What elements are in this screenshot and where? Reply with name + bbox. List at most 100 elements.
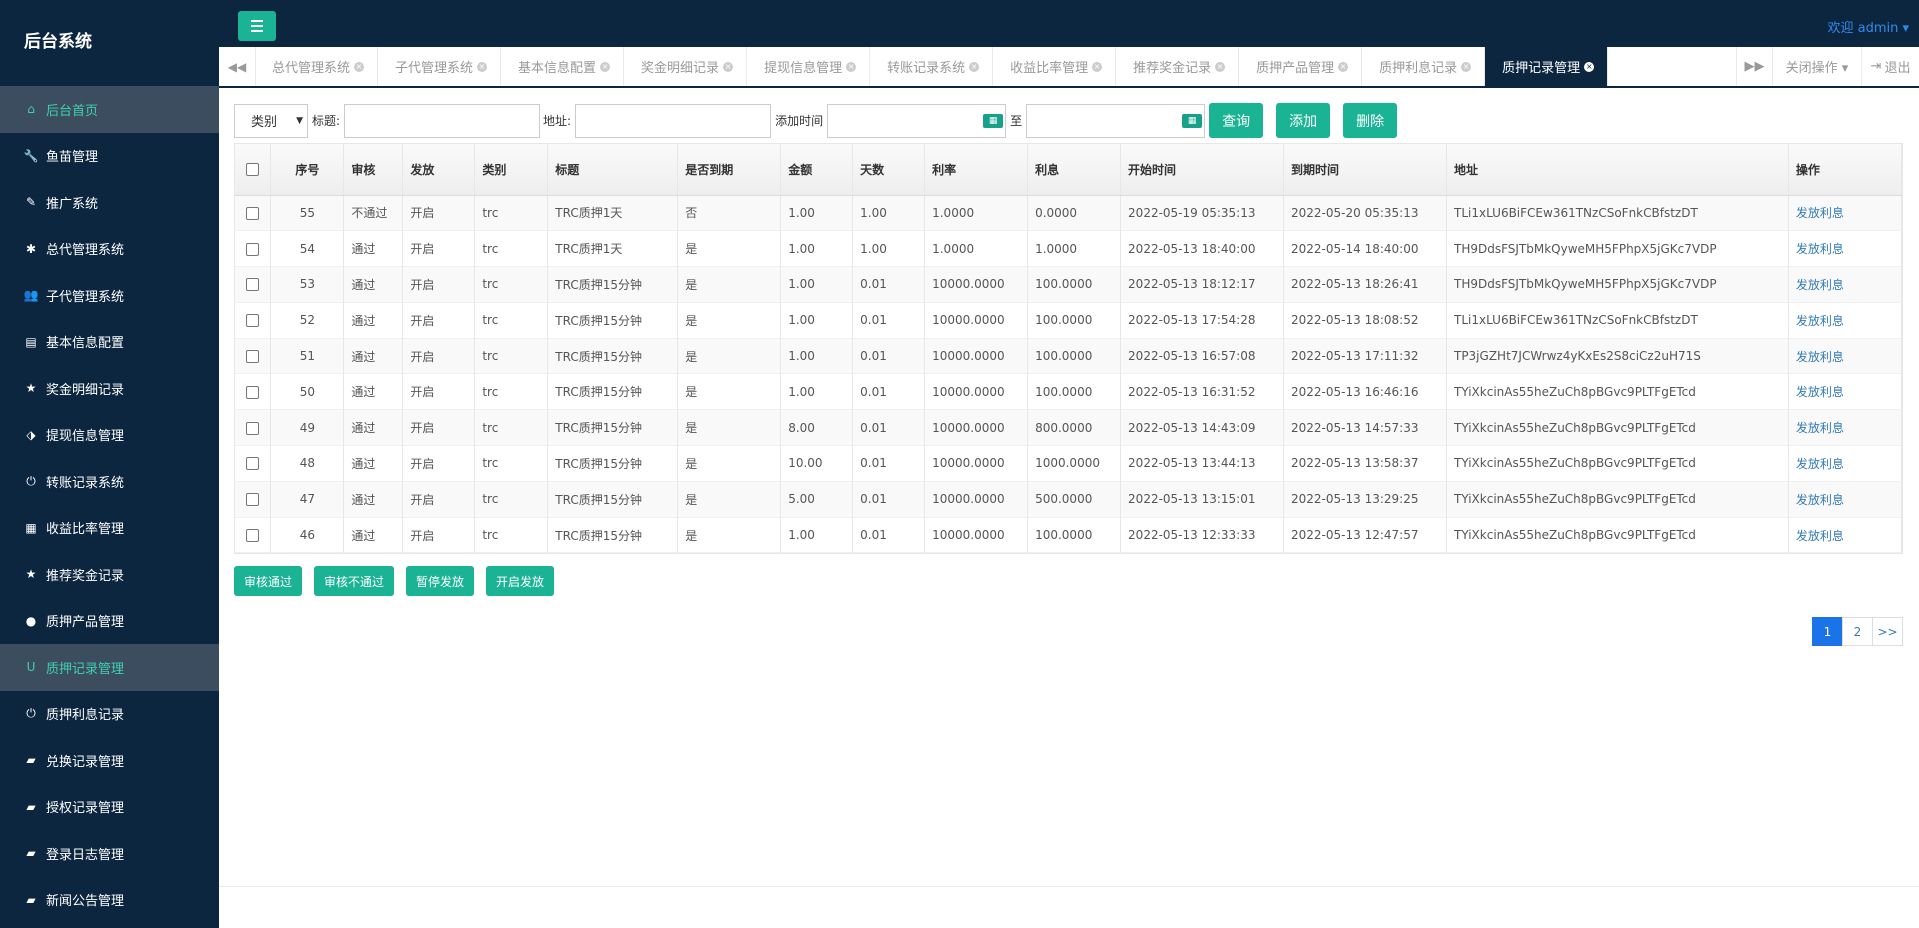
- close-icon[interactable]: ×: [1215, 61, 1226, 72]
- table-cell: 47: [270, 481, 345, 518]
- table-cell: 1.0000: [1027, 230, 1122, 267]
- issue-interest-link[interactable]: 发放利息: [1796, 314, 1844, 328]
- table-cell: 是: [677, 373, 782, 410]
- logout-button[interactable]: ⇥ 退出: [1861, 47, 1919, 86]
- close-operations-dropdown[interactable]: 关闭操作 ▾: [1772, 47, 1861, 86]
- start-date-input[interactable]: [827, 103, 1007, 138]
- issue-interest-link[interactable]: 发放利息: [1796, 529, 1844, 543]
- close-icon[interactable]: ×: [354, 61, 365, 72]
- row-checkbox[interactable]: [246, 421, 260, 435]
- page-tab[interactable]: 子代管理系统 ×: [378, 47, 502, 86]
- row-checkbox[interactable]: [246, 206, 260, 220]
- row-checkbox[interactable]: [246, 278, 260, 292]
- sidebar-item[interactable]: ▰ 兑换记录管理: [0, 737, 219, 784]
- sidebar-item[interactable]: ⬗ 提现信息管理: [0, 412, 219, 459]
- user-menu[interactable]: 欢迎 admin ▾: [1827, 17, 1909, 36]
- close-icon[interactable]: ×: [1092, 61, 1103, 72]
- table-cell: 开启: [402, 302, 476, 339]
- select-all-checkbox[interactable]: [246, 163, 260, 177]
- bulk-action-button[interactable]: 暂停发放: [406, 566, 475, 596]
- delete-button[interactable]: 删除: [1343, 103, 1398, 138]
- issue-interest-link[interactable]: 发放利息: [1796, 457, 1844, 471]
- home-icon: ⌂: [27, 102, 35, 117]
- end-date-input[interactable]: [1026, 103, 1206, 138]
- table-cell: 1.00: [780, 266, 854, 303]
- page-button[interactable]: 2: [1842, 617, 1873, 646]
- op-cell: 发放利息: [1788, 230, 1903, 267]
- sidebar-item[interactable]: ✎ 推广系统: [0, 179, 219, 226]
- issue-interest-link[interactable]: 发放利息: [1796, 385, 1844, 399]
- sidebar-item-label: 质押产品管理: [46, 615, 125, 631]
- table-cell: 2022-05-13 13:44:13: [1120, 445, 1285, 482]
- row-checkbox[interactable]: [246, 314, 260, 328]
- column-header: 开始时间: [1120, 144, 1285, 196]
- tabs-scroll-left-icon[interactable]: ◀◀: [219, 47, 256, 86]
- close-icon[interactable]: ×: [723, 61, 734, 72]
- sidebar-item[interactable]: ✱ 总代管理系统: [0, 226, 219, 273]
- calendar-icon[interactable]: ▦: [1182, 113, 1203, 128]
- sidebar-item[interactable]: ⏻ 转账记录系统: [0, 458, 219, 505]
- sidebar-item[interactable]: ▰ 授权记录管理: [0, 784, 219, 831]
- row-checkbox[interactable]: [246, 493, 260, 507]
- add-button[interactable]: 添加: [1276, 103, 1331, 138]
- sidebar-item[interactable]: ★ 推荐奖金记录: [0, 551, 219, 598]
- close-icon[interactable]: ×: [846, 61, 857, 72]
- sidebar-item[interactable]: ▰ 登录日志管理: [0, 830, 219, 877]
- title-input[interactable]: [344, 103, 541, 138]
- page-tab[interactable]: 收益比率管理 ×: [993, 47, 1117, 86]
- page-tab[interactable]: 质押利息记录 ×: [1362, 47, 1486, 86]
- issue-interest-link[interactable]: 发放利息: [1796, 278, 1844, 292]
- issue-interest-link[interactable]: 发放利息: [1796, 421, 1844, 435]
- page-tab[interactable]: 提现信息管理 ×: [747, 47, 871, 86]
- sidebar-item[interactable]: ▰ 新闻公告管理: [0, 877, 219, 924]
- sidebar-item[interactable]: 🔧 鱼苗管理: [0, 133, 219, 180]
- menu-toggle-button[interactable]: [238, 11, 276, 41]
- page-tab[interactable]: 转账记录系统 ×: [870, 47, 994, 86]
- row-checkbox[interactable]: [246, 457, 260, 471]
- table-row: 46 通过 开启 trc TRC质押15分钟是 1.00 0.01 10000.0000 100…: [235, 517, 1903, 553]
- issue-interest-link[interactable]: 发放利息: [1796, 350, 1844, 364]
- sidebar-item[interactable]: ▤ 基本信息配置: [0, 319, 219, 366]
- close-icon[interactable]: ×: [600, 61, 611, 72]
- close-icon[interactable]: ×: [969, 61, 980, 72]
- bulk-action-button[interactable]: 开启发放: [486, 566, 555, 596]
- table-cell: TRC质押15分钟: [547, 517, 679, 553]
- query-button[interactable]: 查询: [1209, 103, 1264, 138]
- tabs-scroll-right-icon[interactable]: ▶▶: [1736, 47, 1772, 86]
- row-checkbox[interactable]: [246, 529, 260, 543]
- row-checkbox[interactable]: [246, 350, 260, 364]
- issue-interest-link[interactable]: 发放利息: [1796, 493, 1844, 507]
- sidebar-item[interactable]: ● 质押产品管理: [0, 598, 219, 645]
- sidebar-item[interactable]: U 质押记录管理: [0, 644, 219, 691]
- row-checkbox[interactable]: [246, 242, 260, 256]
- sidebar-item[interactable]: ★ 奖金明细记录: [0, 365, 219, 412]
- column-header: 发放: [402, 144, 476, 196]
- sidebar-item[interactable]: 👥 子代管理系统: [0, 272, 219, 319]
- issue-interest-link[interactable]: 发放利息: [1796, 242, 1844, 256]
- page-button[interactable]: >>: [1872, 617, 1903, 646]
- page-button[interactable]: 1: [1812, 617, 1843, 646]
- issue-interest-link[interactable]: 发放利息: [1796, 206, 1844, 220]
- bulk-action-button[interactable]: 审核不通过: [314, 566, 395, 596]
- column-header: 序号: [270, 144, 345, 196]
- edit-icon: ✎: [25, 195, 37, 210]
- address-input[interactable]: [575, 103, 772, 138]
- calendar-icon[interactable]: ▦: [983, 113, 1004, 128]
- bulk-action-button[interactable]: 审核通过: [234, 566, 303, 596]
- page-tab[interactable]: 质押产品管理 ×: [1239, 47, 1363, 86]
- page-tab[interactable]: 基本信息配置 ×: [501, 47, 625, 86]
- sidebar-item[interactable]: ⏻ 质押利息记录: [0, 691, 219, 738]
- table-cell: TYiXkcinAs55heZuCh8pBGvc9PLTFgETcd: [1446, 445, 1789, 482]
- page-tab[interactable]: 总代管理系统 ×: [255, 47, 379, 86]
- close-icon[interactable]: ×: [1584, 61, 1595, 72]
- sidebar-item[interactable]: ▦ 收益比率管理: [0, 505, 219, 552]
- close-icon[interactable]: ×: [477, 61, 488, 72]
- close-icon[interactable]: ×: [1338, 61, 1349, 72]
- sidebar-item[interactable]: ⌂ 后台首页: [0, 86, 219, 133]
- page-tab[interactable]: 推荐奖金记录 ×: [1116, 47, 1240, 86]
- category-select[interactable]: 类别 ▼: [234, 103, 308, 138]
- page-tab[interactable]: 质押记录管理 ×: [1485, 47, 1609, 86]
- row-checkbox[interactable]: [246, 385, 260, 399]
- page-tab[interactable]: 奖金明细记录 ×: [624, 47, 748, 86]
- close-icon[interactable]: ×: [1461, 61, 1472, 72]
